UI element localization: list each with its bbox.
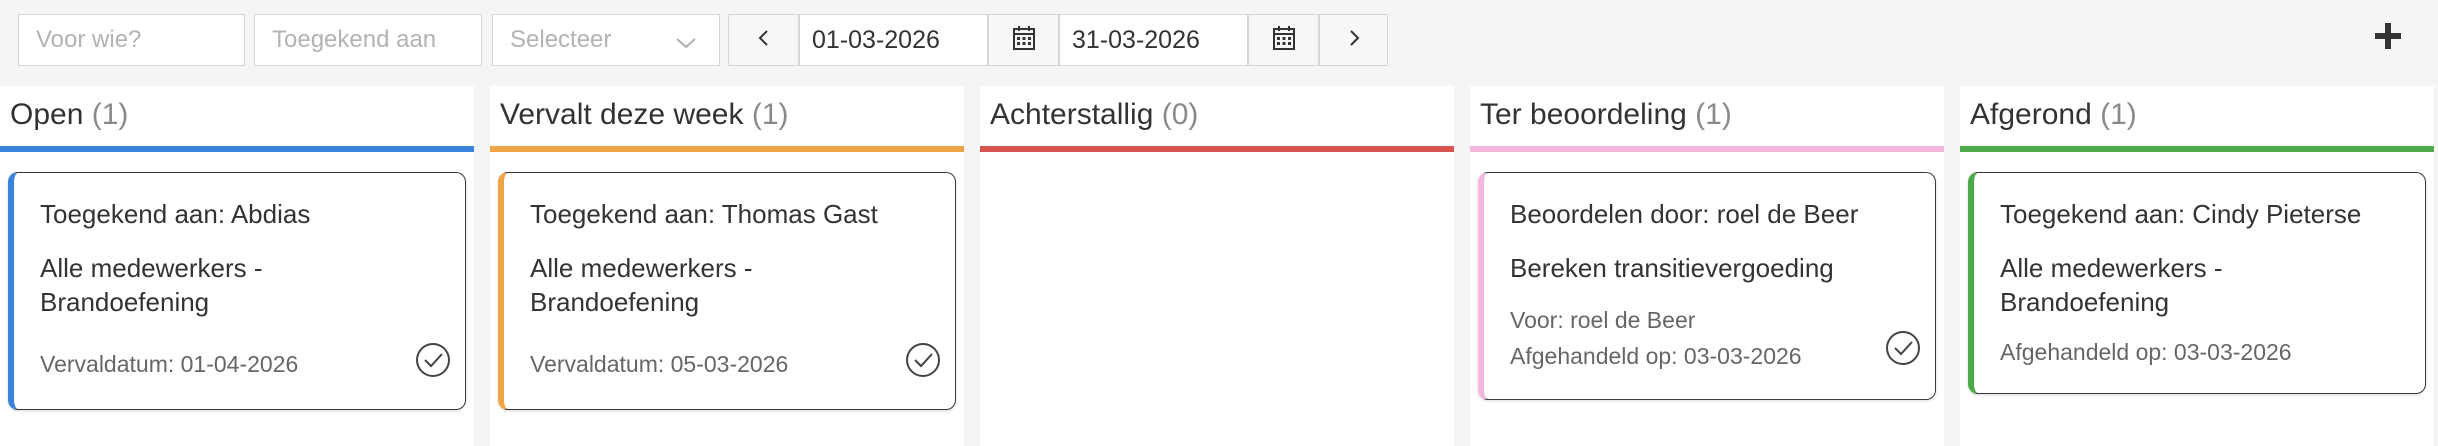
column-under-review: Ter beoordeling (1) Beoordelen door: roe…: [1470, 86, 1944, 446]
card-reviewer: Beoordelen door: roel de Beer: [1510, 199, 1859, 229]
card-task-line-1: Alle medewerkers -: [2000, 253, 2223, 283]
status-select[interactable]: Selecteer: [492, 14, 720, 66]
column-overdue: Achterstallig (0): [980, 86, 1454, 446]
column-completed: Afgerond (1) Toegekend aan: Cindy Pieter…: [1960, 86, 2434, 446]
card-due-date: Vervaldatum: 01-04-2026: [40, 351, 299, 377]
task-card[interactable]: Toegekend aan: Cindy Pieterse Alle medew…: [1968, 172, 2426, 394]
card-assignee: Toegekend aan: Abdias: [40, 199, 311, 229]
assigned-filter-input[interactable]: Toegekend aan: [254, 14, 482, 66]
plus-icon: [2373, 21, 2403, 56]
column-header: Ter beoordeling (1): [1480, 98, 1732, 132]
column-color-bar: [490, 146, 964, 152]
previous-period-button[interactable]: [728, 14, 799, 66]
column-due-this-week: Vervalt deze week (1) Toegekend aan: Tho…: [490, 86, 964, 446]
date-from-calendar-button[interactable]: [988, 14, 1059, 66]
card-assignee: Toegekend aan: Thomas Gast: [530, 199, 878, 229]
card-task-line-2: Brandoefening: [530, 287, 700, 317]
check-circle-icon[interactable]: [904, 341, 942, 379]
calendar-icon: [1272, 25, 1296, 56]
card-task-line-2: Brandoefening: [40, 287, 210, 317]
card-handled-date: Afgehandeld op: 03-03-2026: [1510, 343, 1802, 369]
card-task-line-1: Alle medewerkers -: [530, 253, 753, 283]
date-to-input[interactable]: 31-03-2026: [1059, 14, 1248, 66]
card-handled-date: Afgehandeld op: 03-03-2026: [2000, 339, 2292, 365]
card-for-whom: Voor: roel de Beer: [1510, 307, 1696, 333]
column-title: Afgerond: [1970, 98, 2092, 131]
calendar-icon: [1012, 25, 1036, 56]
date-to-value: 31-03-2026: [1072, 25, 1200, 54]
date-from-input[interactable]: 01-03-2026: [799, 14, 988, 66]
who-filter-input[interactable]: Voor wie?: [18, 14, 245, 66]
column-count: (0): [1161, 98, 1199, 131]
card-assignee: Toegekend aan: Cindy Pieterse: [2000, 199, 2362, 229]
column-title: Vervalt deze week: [500, 98, 744, 131]
column-title: Achterstallig: [990, 98, 1154, 131]
task-card[interactable]: Toegekend aan: Abdias Alle medewerkers -…: [8, 172, 466, 410]
column-count: (1): [1695, 98, 1732, 131]
chevron-right-icon: [1346, 28, 1362, 53]
add-task-button[interactable]: [2370, 20, 2406, 56]
column-count: (1): [91, 98, 129, 131]
column-header: Achterstallig (0): [990, 98, 1198, 132]
column-header: Vervalt deze week (1): [500, 98, 789, 132]
date-from-value: 01-03-2026: [812, 25, 940, 54]
filter-toolbar: Voor wie? Toegekend aan Selecteer 01-03-…: [0, 0, 2438, 76]
chevron-down-icon: [675, 31, 697, 59]
who-filter-placeholder: Voor wie?: [36, 26, 142, 53]
card-due-date: Vervaldatum: 05-03-2026: [530, 351, 789, 377]
column-color-bar: [1960, 146, 2434, 152]
status-select-placeholder: Selecteer: [510, 26, 612, 53]
card-task-line-2: Brandoefening: [2000, 287, 2170, 317]
column-open: Open (1) Toegekend aan: Abdias Alle mede…: [0, 86, 474, 446]
check-circle-icon[interactable]: [414, 341, 452, 379]
column-color-bar: [0, 146, 474, 152]
card-task-line-1: Alle medewerkers -: [40, 253, 263, 283]
check-circle-icon[interactable]: [1884, 329, 1922, 367]
next-period-button[interactable]: [1319, 14, 1388, 66]
column-color-bar: [980, 146, 1454, 152]
date-to-calendar-button[interactable]: [1248, 14, 1319, 66]
column-title: Ter beoordeling: [1480, 98, 1687, 131]
column-color-bar: [1470, 146, 1944, 152]
task-card[interactable]: Toegekend aan: Thomas Gast Alle medewerk…: [498, 172, 956, 410]
column-title: Open: [10, 98, 84, 131]
column-header: Afgerond (1): [1970, 98, 2137, 132]
column-count: (1): [751, 98, 789, 131]
column-count: (1): [2100, 98, 2137, 131]
task-card[interactable]: Beoordelen door: roel de Beer Bereken tr…: [1478, 172, 1936, 400]
chevron-left-icon: [756, 28, 772, 53]
assigned-filter-placeholder: Toegekend aan: [272, 26, 437, 53]
card-task-line-1: Bereken transitievergoeding: [1510, 253, 1834, 283]
column-header: Open (1): [10, 98, 128, 132]
